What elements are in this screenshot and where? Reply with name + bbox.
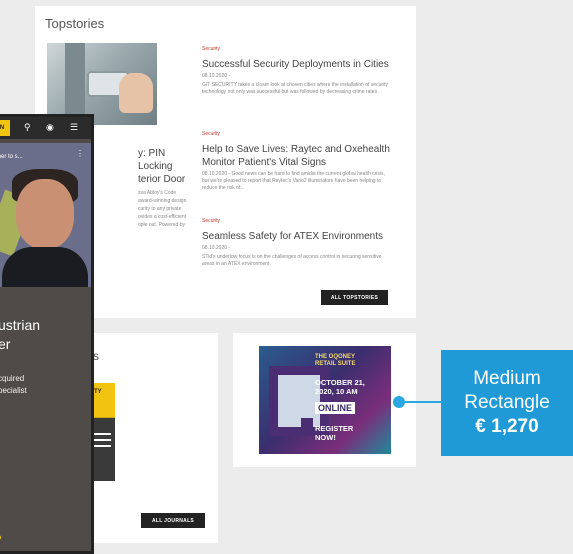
search-icon[interactable]: ⚲ <box>24 122 31 133</box>
story-excerpt: GIT SECURITY takes a closer look at chos… <box>202 82 389 95</box>
story-item-partial[interactable]: y: PIN Locking terior Door ssa Abloy's C… <box>138 147 198 229</box>
ad-line1: THE OQONEY <box>315 354 356 360</box>
partial-story-title-2[interactable]: terior Door <box>138 173 198 186</box>
medium-rectangle-callout: Medium Rectangle € 1,270 <box>441 350 573 456</box>
story-excerpt: STid's underlow focus is on the challeng… <box>202 254 382 267</box>
story-item[interactable]: Security Seamless Safety for ATEX Enviro… <box>202 218 392 268</box>
story-item[interactable]: Security Help to Save Lives: Raytec and … <box>202 131 392 192</box>
story-category[interactable]: Security <box>202 46 392 52</box>
hero-image[interactable] <box>47 43 157 125</box>
menu-icon[interactable]: ☰ <box>70 122 78 133</box>
ad-register2: NOW! <box>315 433 336 442</box>
callout-line1: Medium <box>473 368 541 389</box>
story-category[interactable]: Security <box>202 218 392 224</box>
mobile-preview: N ⚲ ◉ ☰ ther to s... ⋮ ustrian er cquire… <box>0 114 94 554</box>
callout-connector <box>400 401 442 403</box>
story-item[interactable]: Security Successful Security Deployments… <box>202 46 392 96</box>
mobile-description: cquired pecialist <box>0 373 27 397</box>
video-title: ther to s... <box>0 154 23 160</box>
more-icon[interactable]: ⋮ <box>76 149 84 158</box>
all-journals-button[interactable]: ALL JOURNALS <box>141 513 205 528</box>
mobile-headline-l1: ustrian <box>0 317 41 333</box>
all-topstories-button[interactable]: ALL TOPSTORIES <box>321 290 388 305</box>
ad-online: ONLINE <box>315 402 356 414</box>
mobile-desc-l1: cquired <box>0 374 25 383</box>
journals-card: s RITY ALL JOURNALS <box>85 333 218 543</box>
story-title[interactable]: Help to Save Lives: Raytec and Oxehealth… <box>202 143 392 169</box>
story-title[interactable]: Seamless Safety for ATEX Environments <box>202 230 392 243</box>
video-player[interactable]: ther to s... ⋮ <box>0 143 91 287</box>
mobile-headline-l2: er <box>0 336 11 352</box>
callout-price: € 1,270 <box>475 416 539 437</box>
ad-line2: RETAIL SUITE <box>315 361 356 367</box>
callout-line2: Rectangle <box>464 392 550 413</box>
mobile-logo[interactable]: N <box>0 120 10 136</box>
story-date: 08.10.2020 - <box>202 73 231 79</box>
partial-story-excerpt: ssa Abloy's Code award-winning design cu… <box>138 190 187 228</box>
ad-card: THE OQONEY RETAIL SUITE OCTOBER 21, 2020… <box>233 333 416 467</box>
mobile-desc-l2: pecialist <box>0 386 27 395</box>
story-title[interactable]: Successful Security Deployments in Citie… <box>202 58 392 71</box>
ad-register1: REGISTER <box>315 424 354 433</box>
ad-banner[interactable]: THE OQONEY RETAIL SUITE OCTOBER 21, 2020… <box>259 346 391 454</box>
ad-date1: OCTOBER 21, <box>315 378 365 387</box>
indicator-dot-icon <box>0 535 1 540</box>
lock-icon[interactable]: ◉ <box>46 122 54 133</box>
story-excerpt: 08.10.2020 - Good news can be hard to fi… <box>202 171 385 191</box>
story-category[interactable]: Security <box>202 131 392 137</box>
callout-dot-icon <box>393 396 405 408</box>
mobile-headline[interactable]: ustrian er <box>0 316 40 354</box>
ad-date2: 2020, 10 AM <box>315 387 358 396</box>
partial-story-title-1[interactable]: y: PIN Locking <box>138 147 198 173</box>
mobile-nav-bar: N ⚲ ◉ ☰ <box>0 117 91 139</box>
story-date: 08.10.2020 - <box>202 245 231 251</box>
topstories-title: Topstories <box>45 16 105 31</box>
